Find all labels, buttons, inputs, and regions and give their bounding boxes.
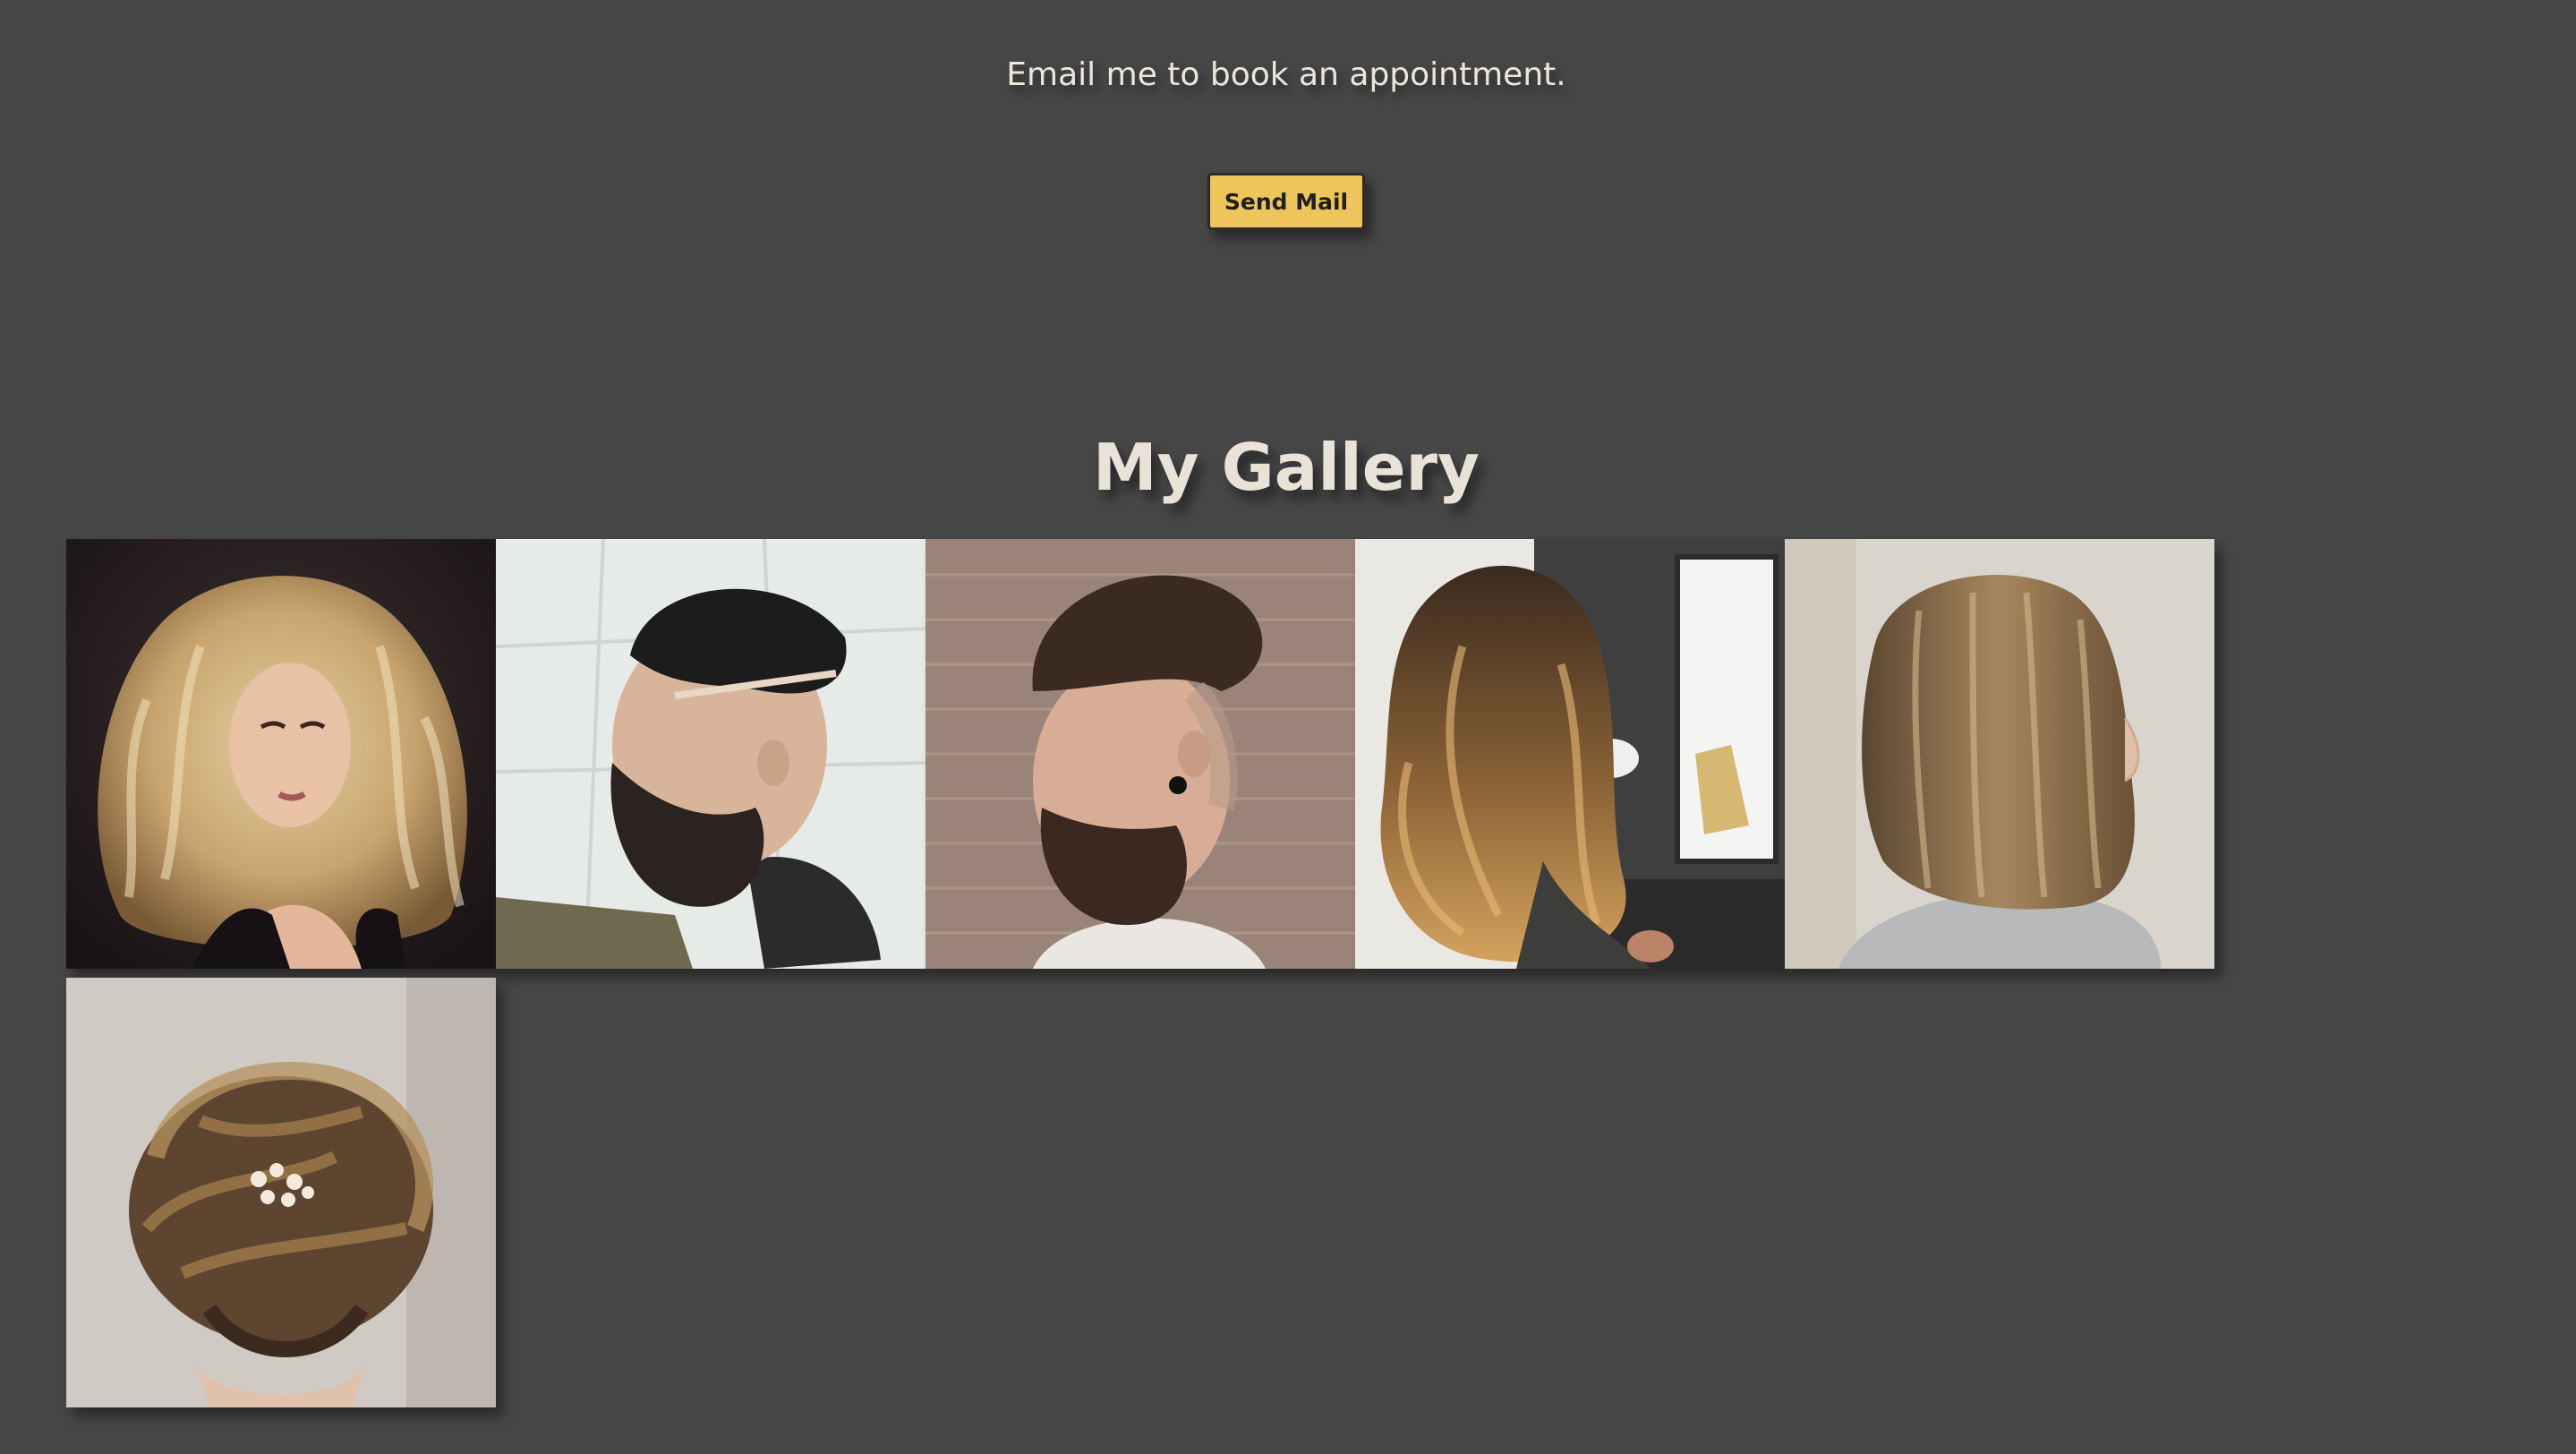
send-mail-button[interactable]: Send Mail — [1207, 173, 1365, 230]
gallery-image-voluminous-blonde-waves[interactable] — [66, 539, 496, 969]
gallery-image-textured-undercut-beard[interactable] — [925, 539, 1355, 969]
page: Email me to book an appointment. Send Ma… — [0, 0, 2576, 1454]
gallery-image-layered-balayage[interactable] — [1355, 539, 1785, 969]
contact-message: Email me to book an appointment. — [1006, 56, 1566, 93]
gallery-image-pompadour-fade-beard[interactable] — [496, 539, 925, 969]
gallery-title: My Gallery — [1093, 430, 1480, 505]
gallery-image-highlighted-bob[interactable] — [1785, 539, 2214, 969]
gallery-image-updo-bun[interactable] — [66, 978, 496, 1407]
